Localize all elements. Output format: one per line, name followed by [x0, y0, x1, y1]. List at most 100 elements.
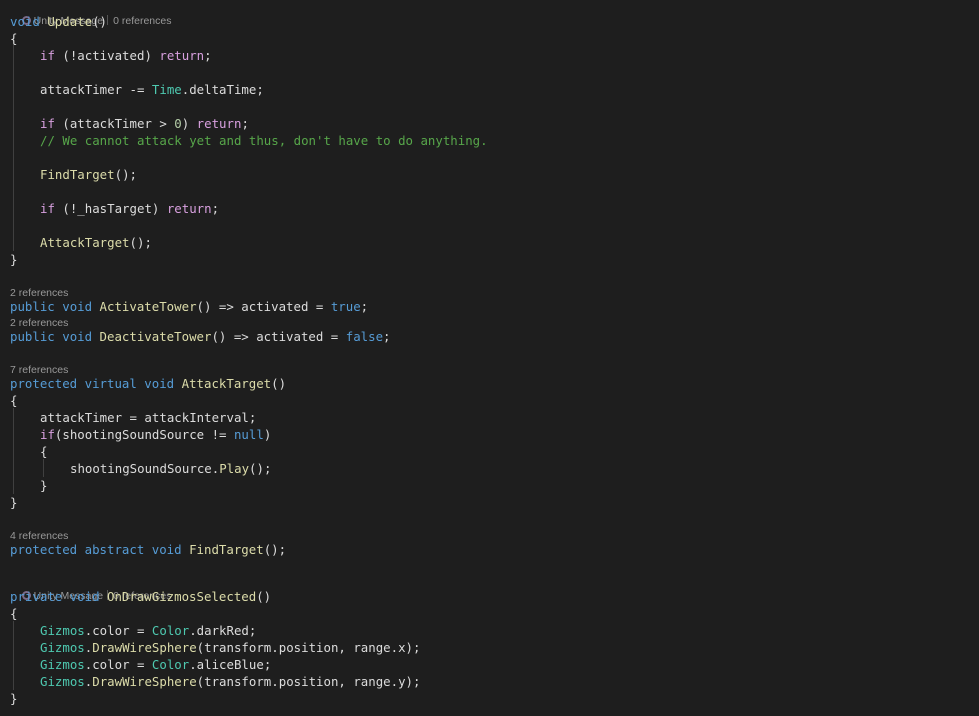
code-token: .deltaTime;	[181, 82, 264, 97]
code-token: (attackTimer >	[54, 116, 175, 131]
code-token: if	[40, 116, 55, 131]
code-token: .color =	[84, 657, 152, 672]
code-token: Time	[151, 82, 182, 97]
code-token: ()	[271, 376, 287, 391]
code-token: ()	[256, 589, 272, 604]
code-line[interactable]: Gizmos.DrawWireSphere(transform.position…	[40, 673, 420, 690]
code-line[interactable]: {	[10, 392, 17, 409]
code-token: ;	[360, 299, 369, 314]
codelens-separator	[107, 15, 109, 25]
code-token: void	[69, 589, 100, 604]
code-token: virtual	[84, 376, 137, 391]
indent-guide	[13, 408, 14, 494]
code-line[interactable]: attackTimer = attackInterval;	[40, 409, 256, 426]
code-line[interactable]: public void DeactivateTower() => activat…	[10, 328, 391, 345]
code-line[interactable]: Gizmos.color = Color.darkRed;	[40, 622, 256, 639]
code-line[interactable]: if (attackTimer > 0) return;	[40, 115, 249, 132]
code-token: () => activated =	[196, 299, 331, 314]
code-token: )	[263, 427, 272, 442]
code-line[interactable]: }	[10, 251, 17, 268]
code-token: Gizmos	[40, 657, 85, 672]
code-line[interactable]: shootingSoundSource.Play();	[70, 460, 271, 477]
code-token: {	[40, 444, 48, 459]
code-token: (!activated)	[54, 48, 160, 63]
code-line[interactable]: if (!activated) return;	[40, 47, 212, 64]
code-token: shootingSoundSource.	[70, 461, 220, 476]
code-token: 0	[174, 116, 182, 131]
code-token: (!_hasTarget)	[54, 201, 167, 216]
code-token: ();	[129, 235, 152, 250]
code-line[interactable]: {	[10, 30, 17, 47]
code-token: AttackTarget	[181, 376, 272, 391]
code-line[interactable]: AttackTarget();	[40, 234, 152, 251]
code-token: .aliceBlue;	[189, 657, 272, 672]
code-token: {	[10, 393, 18, 408]
code-token: if	[40, 201, 55, 216]
code-token: ();	[263, 542, 287, 557]
code-token: return	[196, 116, 242, 131]
code-line[interactable]: Gizmos.color = Color.aliceBlue;	[40, 656, 271, 673]
code-token: attackTimer -=	[40, 82, 152, 97]
code-token: void	[10, 14, 40, 29]
code-line[interactable]: }	[10, 690, 17, 707]
code-comment[interactable]: // We cannot attack yet and thus, don't …	[40, 132, 488, 149]
code-line[interactable]: protected virtual void AttackTarget()	[10, 375, 286, 392]
code-token: return	[166, 201, 212, 216]
code-line[interactable]: protected abstract void FindTarget();	[10, 541, 286, 558]
code-token: FindTarget	[40, 167, 115, 182]
code-editor[interactable]: Unity Message 0 references void Update() …	[0, 0, 979, 716]
code-line[interactable]: private void OnDrawGizmosSelected()	[10, 588, 271, 605]
code-token: public	[10, 299, 55, 314]
code-token: if	[40, 48, 55, 63]
code-token: AttackTarget	[40, 235, 130, 250]
code-token: Update	[47, 14, 93, 29]
code-token: }	[10, 495, 18, 510]
code-token: Gizmos	[40, 674, 85, 689]
code-token: return	[159, 48, 205, 63]
code-token: void	[62, 299, 93, 314]
code-line[interactable]: }	[10, 494, 17, 511]
code-token: private	[10, 589, 63, 604]
code-token: void	[151, 542, 182, 557]
code-token: ();	[114, 167, 137, 182]
indent-guide	[43, 459, 44, 477]
code-line[interactable]: FindTarget();	[40, 166, 137, 183]
code-token: abstract	[84, 542, 145, 557]
code-token: Color	[151, 657, 190, 672]
code-line[interactable]: {	[40, 443, 47, 460]
code-token: {	[10, 31, 18, 46]
code-token: // We cannot attack yet and thus, don't …	[40, 133, 488, 148]
code-token: protected	[10, 376, 78, 391]
code-token: DrawWireSphere	[92, 674, 197, 689]
code-token: ;	[241, 116, 249, 131]
code-line[interactable]: public void ActivateTower() => activated…	[10, 298, 368, 315]
code-line[interactable]: }	[40, 477, 47, 494]
indent-guide	[13, 45, 14, 251]
code-line[interactable]: if (!_hasTarget) return;	[40, 200, 219, 217]
code-token: {	[10, 606, 18, 621]
code-token: ();	[249, 461, 272, 476]
indent-guide	[13, 621, 14, 690]
code-token: void	[62, 329, 93, 344]
code-line[interactable]: void Update()	[10, 13, 107, 30]
code-token: }	[10, 691, 18, 706]
code-line[interactable]: {	[10, 605, 17, 622]
code-line[interactable]: if(shootingSoundSource != null)	[40, 426, 271, 443]
code-line[interactable]: attackTimer -= Time.deltaTime;	[40, 81, 264, 98]
code-token: ()	[92, 14, 107, 29]
code-token: protected	[10, 542, 78, 557]
code-token: Gizmos	[40, 640, 85, 655]
code-token: (transform.position, range.y);	[196, 674, 421, 689]
code-token: attackTimer = attackInterval;	[40, 410, 257, 425]
code-line[interactable]: Gizmos.DrawWireSphere(transform.position…	[40, 639, 420, 656]
references-link[interactable]: 0 references	[113, 15, 171, 27]
code-token: DeactivateTower	[99, 329, 212, 344]
code-token: ;	[204, 48, 212, 63]
code-token: OnDrawGizmosSelected	[107, 589, 257, 604]
